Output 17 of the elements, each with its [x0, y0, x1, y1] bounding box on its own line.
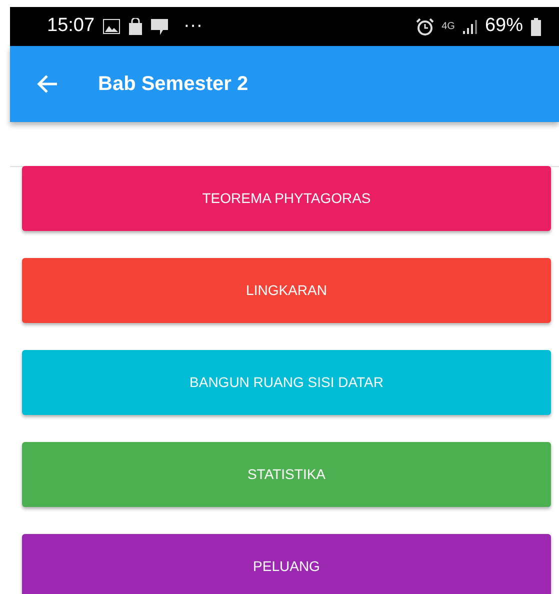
- screen-title: Bab Semester 2: [98, 72, 248, 97]
- more-notifications: ···: [184, 14, 203, 38]
- image-icon: [102, 19, 120, 34]
- back-arrow-icon[interactable]: [36, 74, 58, 94]
- chapter-button[interactable]: LINGKARAN: [22, 258, 551, 323]
- chapter-button[interactable]: STATISTIKA: [22, 442, 551, 507]
- chapter-button[interactable]: BANGUN RUANG SISI DATAR: [22, 350, 551, 415]
- status-time: 15:07: [47, 14, 95, 38]
- shopping-bag-icon: [128, 18, 143, 35]
- network-type: 4G: [442, 22, 455, 32]
- alarm-icon: [416, 18, 434, 36]
- chapter-button[interactable]: PELUANG: [22, 534, 551, 594]
- battery-level: 69%: [484, 14, 523, 38]
- signal-icon: [462, 20, 477, 34]
- message-icon: [150, 18, 168, 34]
- chapter-button[interactable]: TEOREMA PHYTAGORAS: [22, 166, 551, 231]
- battery-icon: [531, 18, 541, 36]
